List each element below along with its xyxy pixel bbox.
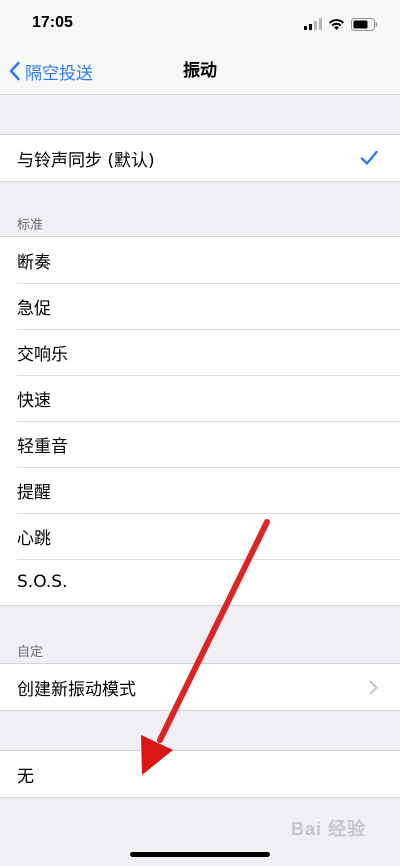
vibration-item-symphony[interactable]: 交响乐 <box>0 329 400 375</box>
back-button[interactable]: 隔空投送 <box>8 48 93 94</box>
list-item-label: 轻重音 <box>17 436 68 457</box>
chevron-left-icon <box>9 61 20 81</box>
vibration-item-sos[interactable]: S.O.S. <box>0 559 400 605</box>
home-indicator[interactable] <box>130 852 270 857</box>
vibration-item-staccato[interactable]: 断奏 <box>0 237 400 283</box>
section-header-standard: 标准 <box>17 218 44 233</box>
vibration-item-quick[interactable]: 快速 <box>0 375 400 421</box>
list-item-label: 急促 <box>17 298 51 319</box>
back-button-label: 隔空投送 <box>25 63 93 84</box>
none-group: 无 <box>0 750 400 798</box>
list-item-label: 提醒 <box>17 482 51 503</box>
sync-with-ringtone-row[interactable]: 与铃声同步 (默认) <box>0 135 400 181</box>
list-item-label: 断奏 <box>17 252 51 273</box>
vibration-item-accent[interactable]: 轻重音 <box>0 421 400 467</box>
custom-group: 创建新振动模式 <box>0 663 400 711</box>
list-item-label: 交响乐 <box>17 344 68 365</box>
list-item-label: 心跳 <box>17 528 51 549</box>
sync-group: 与铃声同步 (默认) <box>0 134 400 182</box>
create-new-vibration-row[interactable]: 创建新振动模式 <box>0 664 400 710</box>
vibration-item-alert[interactable]: 提醒 <box>0 467 400 513</box>
status-bar: 17:05 <box>0 0 400 48</box>
status-icons <box>304 15 378 33</box>
section-header-custom: 自定 <box>17 645 44 660</box>
chevron-right-icon <box>369 664 378 710</box>
cellular-signal-icon <box>304 18 322 30</box>
watermark: Bai 经验 <box>290 819 366 839</box>
vibration-item-rapid[interactable]: 急促 <box>0 283 400 329</box>
vibration-item-none[interactable]: 无 <box>0 751 400 797</box>
navigation-bar: 隔空投送 振动 <box>0 48 400 95</box>
list-item-label: 快速 <box>17 390 51 411</box>
list-item-label: S.O.S. <box>17 572 68 592</box>
wifi-icon <box>329 19 344 30</box>
checkmark-icon <box>360 135 378 181</box>
sync-with-ringtone-label: 与铃声同步 (默认) <box>17 150 155 171</box>
status-time: 17:05 <box>32 14 73 31</box>
battery-icon <box>351 17 378 31</box>
create-new-vibration-label: 创建新振动模式 <box>17 679 136 700</box>
none-label: 无 <box>17 766 34 787</box>
standard-group: 断奏 急促 交响乐 快速 轻重音 提醒 心跳 S.O.S. <box>0 236 400 606</box>
vibration-item-heartbeat[interactable]: 心跳 <box>0 513 400 559</box>
